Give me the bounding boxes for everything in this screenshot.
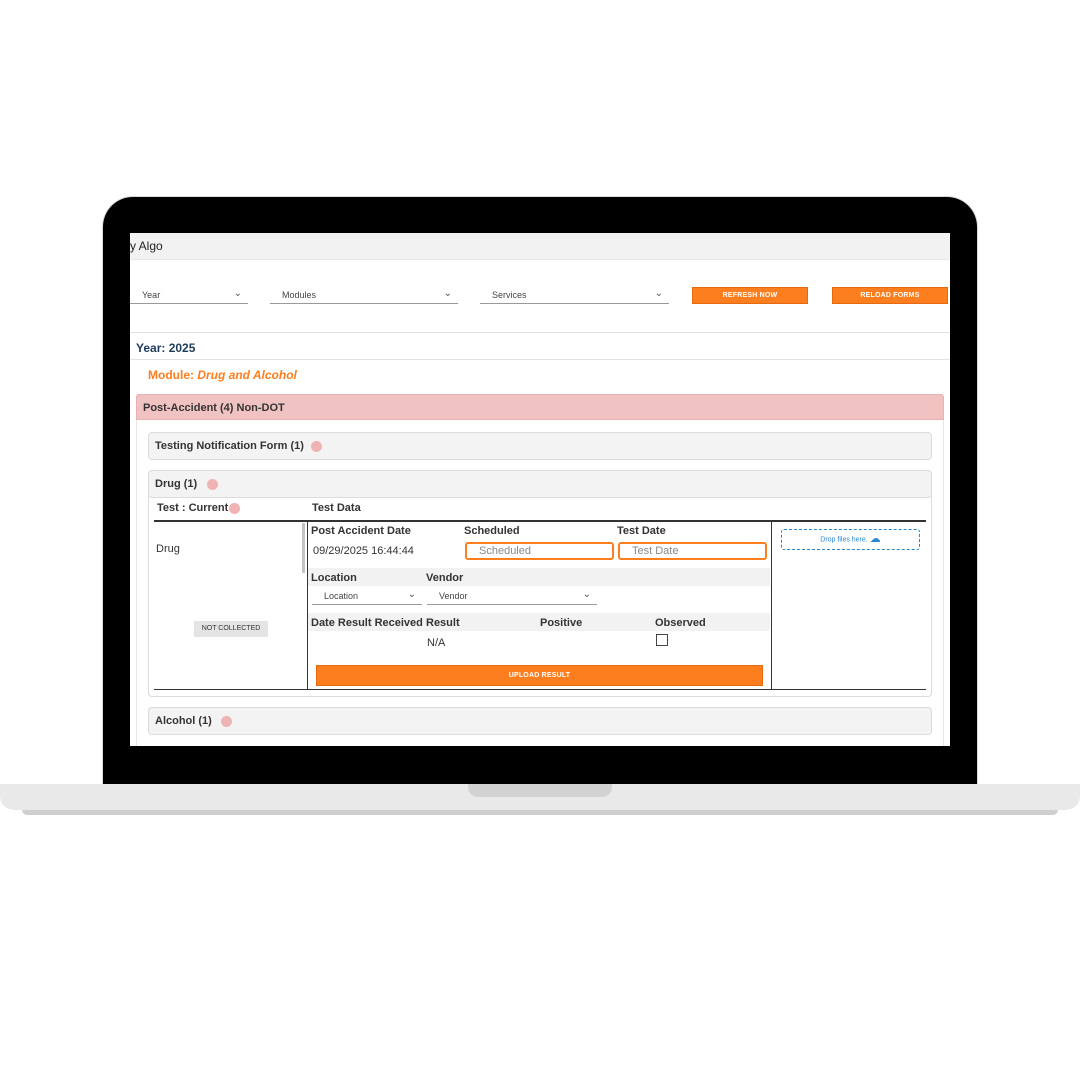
services-select[interactable]: Services ⌄ <box>480 288 669 304</box>
location-label: Location <box>311 572 357 584</box>
table-bottom-rule <box>154 689 926 690</box>
services-select-label: Services <box>492 290 527 300</box>
year-select[interactable]: Year ⌄ <box>130 288 248 304</box>
result-value: N/A <box>427 637 446 649</box>
vendor-select-label: Vendor <box>439 591 468 601</box>
location-select-label: Location <box>324 591 359 601</box>
scheduled-placeholder: Scheduled <box>479 545 531 557</box>
post-accident-date-label: Post Accident Date <box>311 525 411 537</box>
test-date-label: Test Date <box>617 525 666 537</box>
status-dot <box>229 503 240 514</box>
scrollbar-thumb[interactable] <box>302 523 305 573</box>
refresh-now-button[interactable]: REFRESH NOW <box>692 287 808 304</box>
observed-checkbox[interactable] <box>656 634 668 646</box>
upload-result-button[interactable]: UPLOAD RESULT <box>316 665 763 686</box>
status-badge: NOT COLLECTED <box>194 621 268 637</box>
result-label: Result <box>426 617 460 629</box>
vendor-label: Vendor <box>426 572 464 584</box>
drug-title: Drug (1) <box>155 478 198 490</box>
post-accident-date-value: 09/29/2025 16:44:44 <box>313 545 414 557</box>
alcohol-title: Alcohol (1) <box>155 715 212 727</box>
testing-notification-title: Testing Notification Form (1) <box>155 440 304 452</box>
laptop-notch <box>468 784 612 797</box>
alcohol-accordion[interactable]: Alcohol (1) <box>148 707 932 735</box>
column-divider <box>771 521 772 689</box>
laptop-shadow <box>22 810 1058 815</box>
scheduled-label: Scheduled <box>464 525 520 537</box>
app-title: y Algo <box>130 239 163 253</box>
divider <box>130 359 950 360</box>
observed-label: Observed <box>655 617 706 629</box>
testing-notification-accordion[interactable]: Testing Notification Form (1) <box>148 432 932 460</box>
status-dot <box>221 716 232 727</box>
divider <box>130 332 950 333</box>
test-date-input[interactable]: Test Date <box>618 542 767 560</box>
chevron-down-icon: ⌄ <box>233 288 242 299</box>
modules-select-label: Modules <box>282 290 317 300</box>
column-divider <box>307 521 308 689</box>
section-title: Post-Accident (4) Non-DOT <box>143 402 285 414</box>
screen: y Algo Year ⌄ Modules ⌄ Services ⌄ REFRE… <box>130 233 950 746</box>
location-select[interactable]: Location ⌄ <box>312 589 422 605</box>
module-prefix: Module: <box>148 368 198 382</box>
section-header[interactable]: Post-Accident (4) Non-DOT <box>136 394 944 420</box>
chevron-down-icon: ⌄ <box>407 589 416 600</box>
module-name: Drug and Alcohol <box>197 368 297 382</box>
vendor-select[interactable]: Vendor ⌄ <box>427 589 597 605</box>
year-heading: Year: 2025 <box>136 341 196 355</box>
positive-label: Positive <box>540 617 583 629</box>
scheduled-input[interactable]: Scheduled <box>465 542 614 560</box>
drug-accordion-header[interactable]: Drug (1) <box>148 470 932 498</box>
status-dot <box>207 479 218 490</box>
year-select-label: Year <box>142 290 161 300</box>
drop-files-label: Drop files here. <box>820 536 868 544</box>
module-heading: Module: Drug and Alcohol <box>148 368 297 382</box>
test-date-placeholder: Test Date <box>632 545 679 557</box>
date-result-received-label: Date Result Received <box>311 617 423 629</box>
modules-select[interactable]: Modules ⌄ <box>270 288 458 304</box>
title-bar: y Algo <box>130 233 950 260</box>
table-top-rule <box>154 520 926 522</box>
test-name: Drug <box>156 543 180 555</box>
row-bg <box>308 568 770 586</box>
upload-cloud-icon: ☁ <box>869 533 881 545</box>
chevron-down-icon: ⌄ <box>654 288 663 299</box>
chevron-down-icon: ⌄ <box>443 288 452 299</box>
test-current-label: Test : Current <box>157 502 229 514</box>
file-drop-zone[interactable]: Drop files here. ☁ <box>781 529 920 550</box>
test-data-label: Test Data <box>312 502 361 514</box>
chevron-down-icon: ⌄ <box>582 589 591 600</box>
status-dot <box>311 441 322 452</box>
reload-forms-button[interactable]: RELOAD FORMS <box>832 287 948 304</box>
